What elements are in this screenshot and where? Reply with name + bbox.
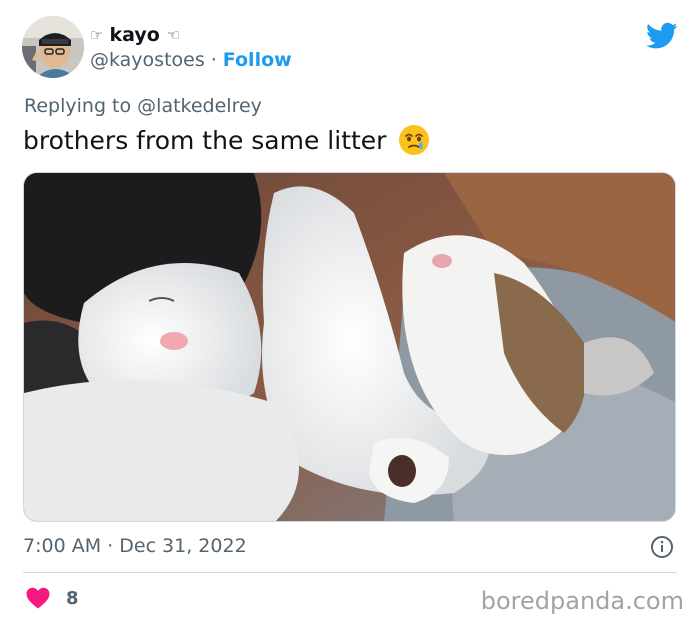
tweet-body: brothers from the same litter	[23, 124, 430, 156]
tweet-timestamp[interactable]: 7:00 AM · Dec 31, 2022	[23, 535, 247, 557]
twitter-bird-icon[interactable]	[646, 22, 678, 50]
tweet-text: brothers from the same litter	[23, 125, 387, 155]
pointing-left-hand-icon: ☜	[166, 26, 181, 44]
reply-prefix: Replying to	[24, 95, 132, 117]
author-avatar[interactable]	[22, 16, 84, 78]
source-watermark: boredpanda.com	[480, 587, 684, 615]
tweet-time: 7:00 AM	[23, 535, 102, 557]
tweet-photo[interactable]	[23, 172, 676, 522]
info-icon[interactable]	[650, 535, 674, 559]
footer-divider	[23, 572, 677, 573]
like-button[interactable]: 8	[26, 587, 79, 609]
like-count: 8	[66, 587, 79, 609]
timestamp-separator: ·	[107, 535, 114, 557]
avatar-image	[22, 16, 84, 78]
face-holding-back-tears-icon	[399, 125, 430, 155]
sleeping-kittens-image	[24, 173, 675, 521]
author-handle-row: @kayostoes · Follow	[90, 49, 292, 71]
author-handle[interactable]: @kayostoes	[90, 49, 205, 71]
author-name-row[interactable]: ☞ kayo ☜	[90, 22, 180, 48]
pointing-right-hand-icon: ☞	[90, 26, 104, 44]
heart-icon	[26, 587, 50, 609]
reply-context: Replying to @latkedelrey	[24, 95, 262, 117]
handle-separator: ·	[210, 49, 217, 71]
follow-button[interactable]: Follow	[223, 49, 292, 71]
tweet-date: Dec 31, 2022	[119, 535, 247, 557]
author-display-name[interactable]: kayo	[109, 24, 159, 46]
reply-mention-link[interactable]: @latkedelrey	[137, 95, 262, 117]
